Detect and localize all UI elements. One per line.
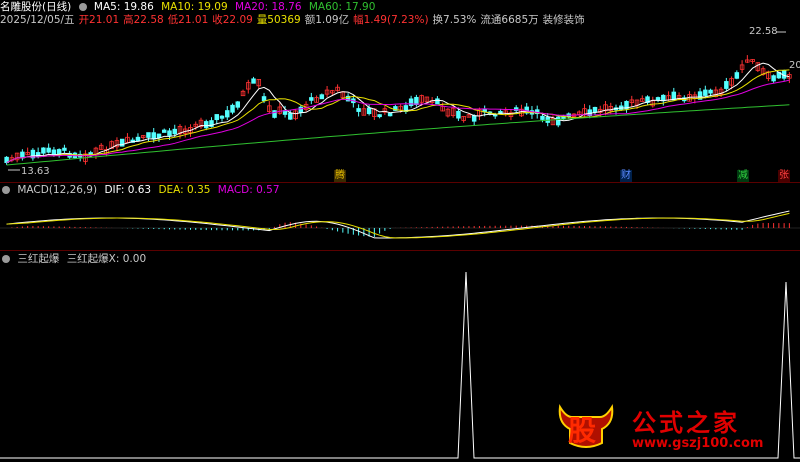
price-edge-label: 20: [789, 60, 800, 71]
watermark-site-name: 公式之家: [632, 408, 740, 437]
price-panel: [4, 31, 792, 171]
candle-body: [366, 107, 372, 115]
candle-body: [387, 112, 393, 117]
macd-settings-icon[interactable]: [2, 186, 10, 194]
candle-body: [235, 101, 241, 108]
candle-body: [62, 147, 67, 151]
candle-body: [456, 110, 461, 119]
candle-body: [655, 97, 661, 101]
macd-header: MACD(12,26,9) DIF: 0.63 DEA: 0.35 MACD: …: [0, 184, 284, 197]
candle-body: [708, 89, 713, 94]
event-tag-teng[interactable]: 腾: [334, 170, 346, 182]
low-price-label: 13.63: [21, 166, 50, 177]
macd-dea-line: [6, 212, 790, 239]
candle-body: [724, 81, 729, 89]
candle-body: [251, 78, 256, 84]
candle-body: [219, 115, 225, 119]
candle-body: [435, 98, 440, 105]
macd-dea: DEA: 0.35: [158, 184, 211, 196]
candle-body: [540, 115, 545, 120]
candle-body: [167, 130, 172, 136]
indicator-header: 三红起爆 三红起爆X: 0.00: [0, 253, 150, 266]
high-price-label: 22.58: [749, 26, 778, 37]
candle-body: [319, 94, 325, 100]
candle-body: [261, 96, 267, 102]
watermark: 股 公式之家 www.gszj100.com: [556, 403, 786, 455]
event-tag-jian[interactable]: 减: [737, 170, 749, 182]
candle-body: [46, 147, 51, 153]
event-tag-cai[interactable]: 财: [620, 170, 632, 182]
candle-body: [734, 72, 740, 79]
candle-body: [204, 121, 209, 129]
ma10-line: [6, 69, 790, 164]
macd-value: MACD: 0.57: [217, 184, 280, 196]
indicator-title: 三红起爆: [17, 253, 60, 265]
candle-body: [272, 110, 277, 118]
candle-body: [414, 96, 419, 105]
candle-body: [408, 98, 414, 106]
candle-body: [146, 132, 151, 138]
candle-body: [592, 106, 598, 113]
macd-dif: DIF: 0.63: [104, 184, 152, 196]
watermark-logo-text: 股: [568, 414, 597, 447]
kline-chart[interactable]: [0, 0, 800, 462]
candle-body: [377, 114, 382, 118]
indicator-panel-settings-icon[interactable]: [2, 255, 10, 263]
macd-panel: [0, 210, 800, 239]
candle-body: [225, 110, 230, 118]
candle-body: [156, 133, 162, 139]
candle-body: [309, 97, 314, 101]
ma5-line: [6, 62, 790, 164]
candle-body: [298, 106, 304, 113]
candle-body: [471, 115, 477, 122]
price-panel-bottom-divider: [0, 182, 800, 183]
candle-body: [771, 75, 776, 82]
candle-body: [703, 89, 708, 96]
candle-body: [214, 114, 219, 121]
candle-body: [151, 132, 156, 140]
candle-body: [135, 136, 141, 142]
candle-body: [356, 108, 361, 112]
ma60-line: [6, 104, 790, 166]
watermark-url: www.gszj100.com: [632, 436, 764, 451]
candle-body: [161, 129, 167, 133]
indicator-value: 三红起爆X: 0.00: [66, 253, 147, 265]
candle-body: [41, 147, 46, 154]
candle-body: [555, 116, 561, 126]
candle-body: [51, 149, 57, 156]
candle-body: [230, 104, 235, 113]
event-tag-zhang[interactable]: 张: [778, 170, 790, 182]
candle-body: [288, 112, 293, 120]
macd-panel-bottom-divider: [0, 250, 800, 251]
candle-body: [172, 128, 177, 135]
macd-title: MACD(12,26,9): [17, 184, 98, 196]
macd-dif-line: [6, 210, 790, 239]
